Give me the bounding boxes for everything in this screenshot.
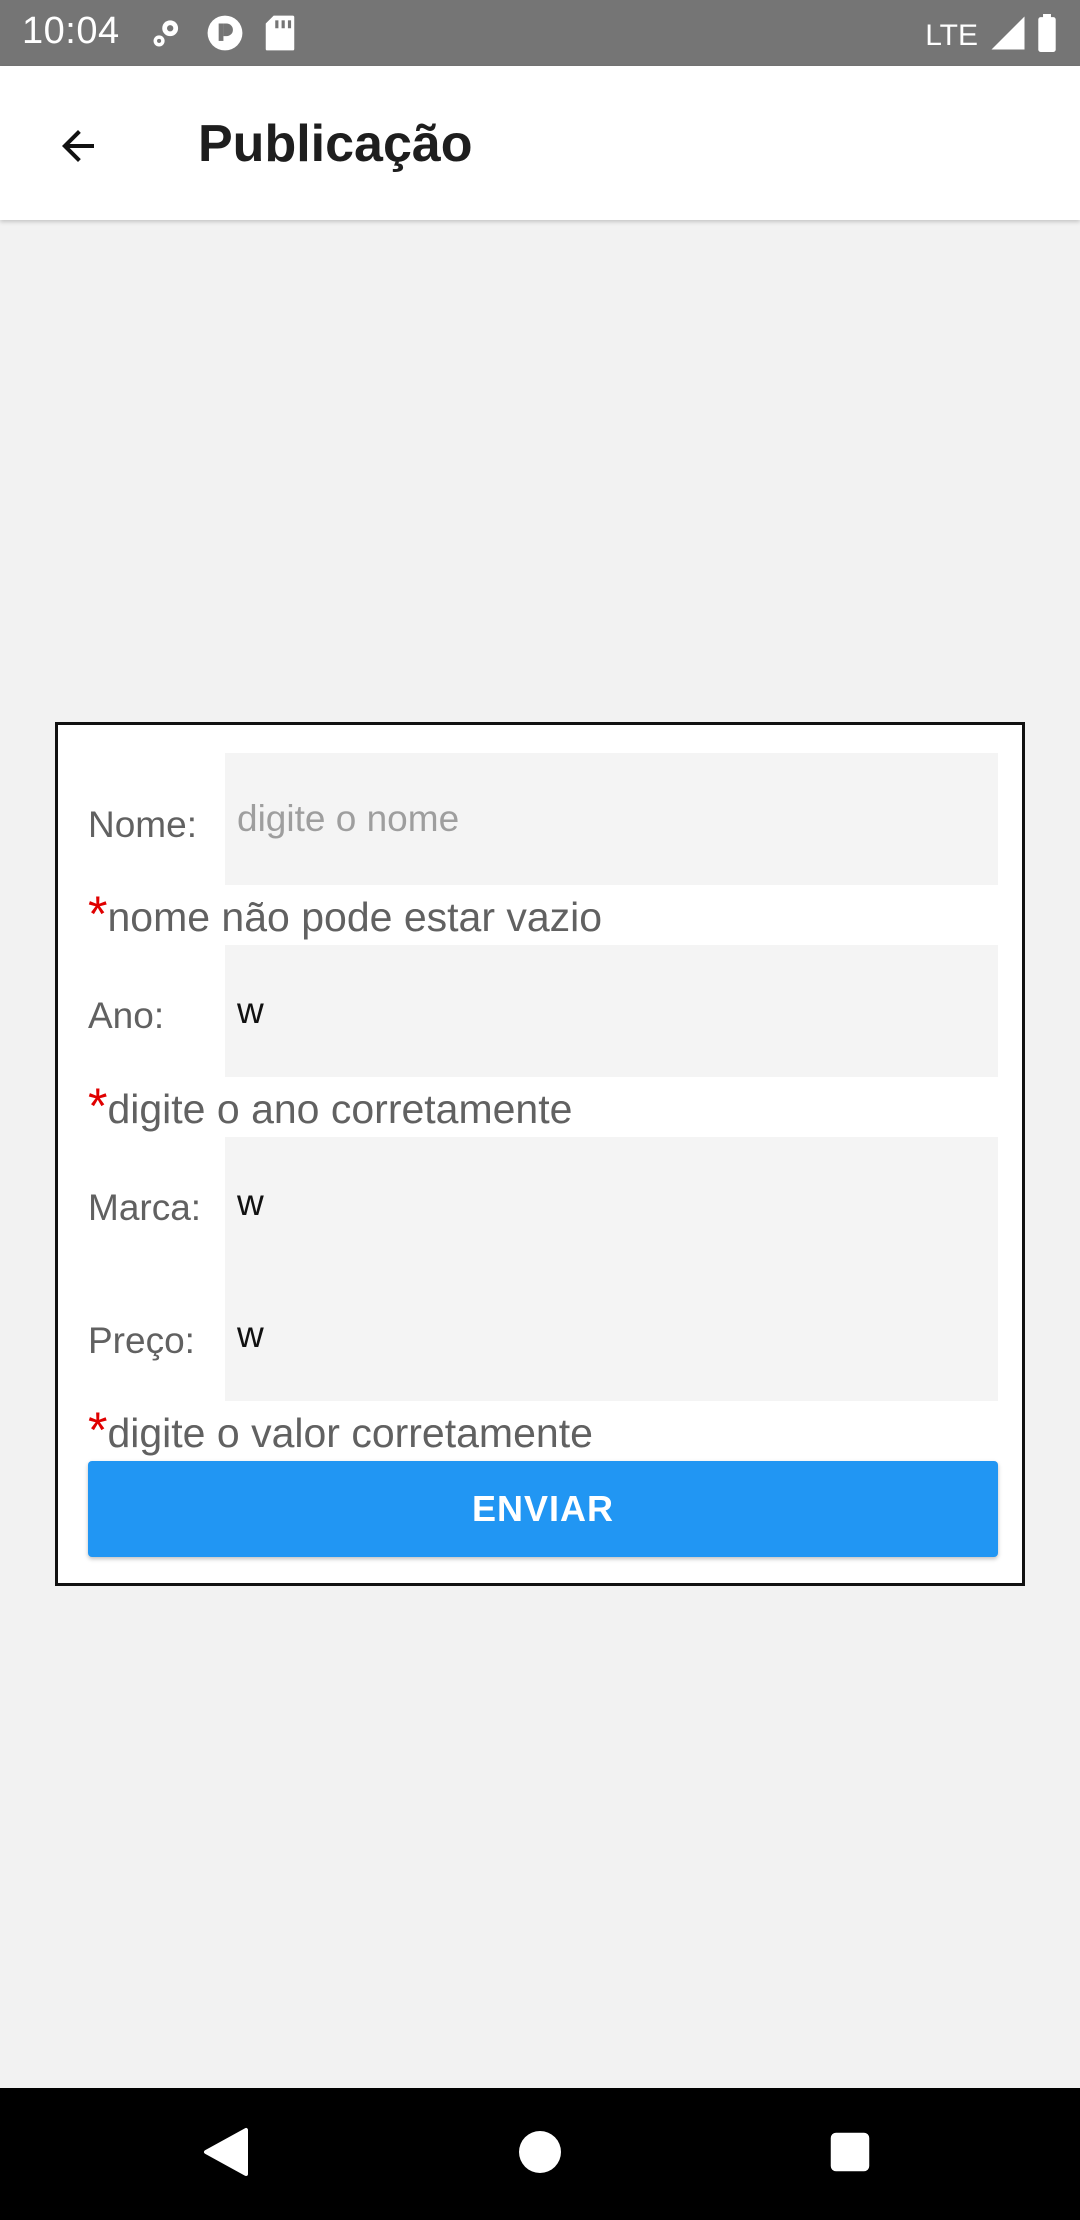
year-label: Ano: <box>88 995 165 1036</box>
brand-value: w <box>237 1182 264 1223</box>
price-input[interactable]: w <box>225 1269 998 1401</box>
year-input[interactable]: w <box>225 945 998 1077</box>
network-label: LTE <box>925 18 978 52</box>
brand-input[interactable]: w <box>225 1137 998 1269</box>
status-bar: 10:04 LTE <box>0 0 1080 66</box>
status-icons-right: LTE <box>925 14 1058 57</box>
price-error-text: digite o valor corretamente <box>107 1410 593 1456</box>
page-title: Publicação <box>198 115 473 173</box>
publication-form: Nome: digite o nome *nome não pode estar… <box>55 722 1025 1586</box>
nav-recents-button[interactable] <box>820 2124 880 2184</box>
year-error-text: digite o ano corretamente <box>107 1086 573 1132</box>
name-placeholder: digite o nome <box>237 798 460 839</box>
back-button[interactable] <box>38 108 118 188</box>
sd-card-icon <box>264 14 296 57</box>
battery-icon <box>1036 14 1058 57</box>
nav-home-button[interactable] <box>510 2124 570 2184</box>
system-nav-bar <box>0 2088 1080 2220</box>
settings-icon <box>148 14 186 57</box>
name-input[interactable]: digite o nome <box>225 753 998 885</box>
nav-back-button[interactable] <box>196 2124 256 2184</box>
year-value: w <box>237 990 264 1031</box>
name-label: Nome: <box>88 804 197 845</box>
price-label: Preço: <box>88 1320 195 1361</box>
price-error: *digite o valor corretamente <box>88 1401 593 1459</box>
error-marker: * <box>88 1402 108 1458</box>
status-icons-left <box>148 14 296 57</box>
year-error: *digite o ano corretamente <box>88 1077 572 1135</box>
price-value: w <box>237 1314 264 1355</box>
error-marker: * <box>88 886 108 942</box>
status-time: 10:04 <box>22 10 120 52</box>
submit-button[interactable]: ENVIAR <box>88 1461 998 1557</box>
privacy-icon <box>206 14 244 57</box>
arrow-back-icon <box>54 122 102 175</box>
signal-icon <box>990 15 1026 56</box>
back-triangle-icon <box>202 2126 250 2183</box>
brand-label: Marca: <box>88 1187 202 1228</box>
name-error: *nome não pode estar vazio <box>88 885 602 943</box>
error-marker: * <box>88 1078 108 1134</box>
recents-square-icon <box>829 2131 871 2178</box>
name-error-text: nome não pode estar vazio <box>107 894 603 940</box>
app-bar: Publicação <box>0 66 1080 220</box>
home-circle-icon <box>519 2130 561 2178</box>
